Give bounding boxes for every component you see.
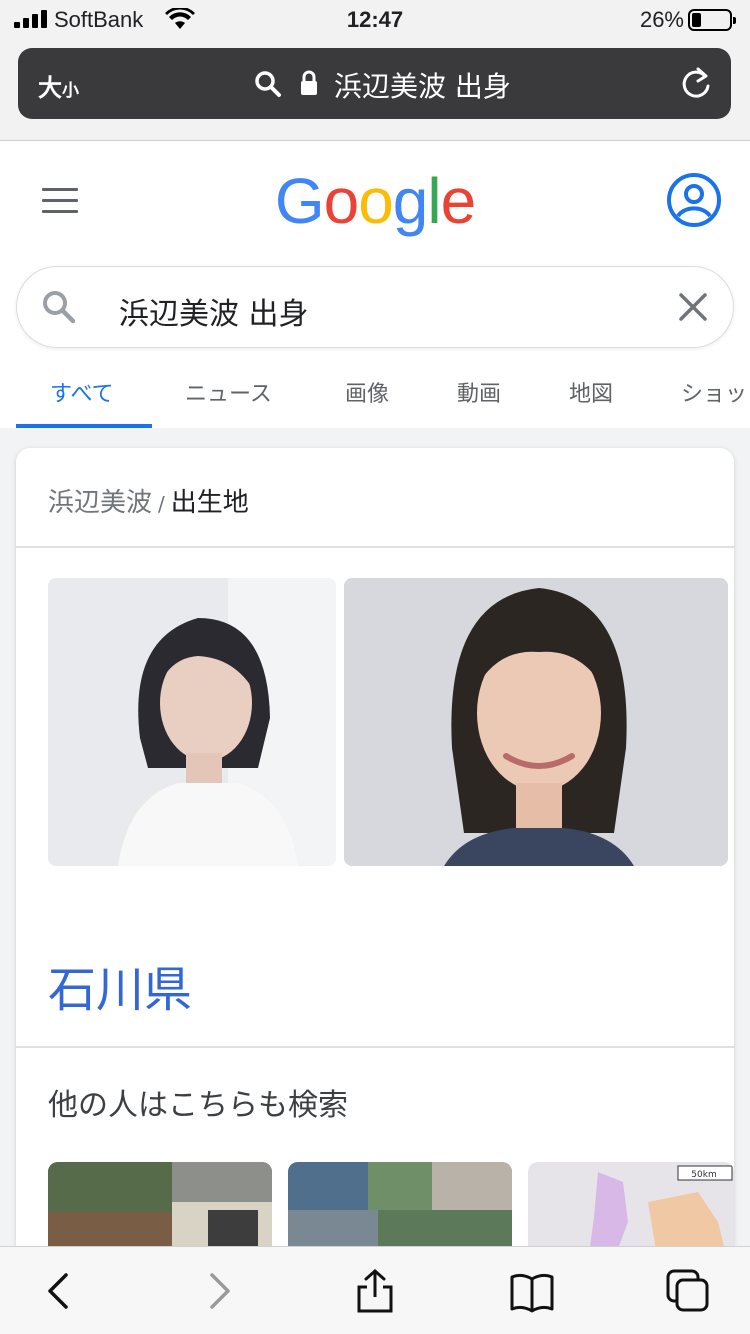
tab-news[interactable]: ニュース xyxy=(185,376,272,408)
share-icon[interactable] xyxy=(353,1269,397,1313)
logo-letter: o xyxy=(323,165,360,237)
clear-icon[interactable] xyxy=(677,291,709,323)
status-bar: SoftBank 12:47 26% xyxy=(0,0,750,40)
answer-text[interactable]: 石川県 xyxy=(48,950,192,1020)
breadcrumb-entity[interactable]: 浜辺美波 xyxy=(48,488,152,518)
search-input[interactable]: 浜辺美波 出身 xyxy=(119,289,309,333)
breadcrumb: 浜辺美波 / 出生地 xyxy=(48,482,249,519)
tab-all[interactable]: すべて xyxy=(50,376,114,408)
text-size-button[interactable]: 大小 xyxy=(38,68,79,103)
logo-letter: G xyxy=(274,165,325,237)
reload-icon[interactable] xyxy=(679,66,713,102)
back-icon[interactable] xyxy=(38,1269,82,1313)
bookmarks-icon[interactable] xyxy=(510,1269,554,1313)
forward-icon[interactable] xyxy=(196,1269,240,1313)
related-thumbnail-2[interactable] xyxy=(288,1162,512,1246)
battery-icon xyxy=(688,9,736,31)
browser-chrome: 大小 浜辺美波 出身 xyxy=(0,40,750,141)
lock-icon xyxy=(301,70,317,95)
search-icon xyxy=(255,71,281,97)
search-icon[interactable] xyxy=(41,289,77,325)
breadcrumb-attribute: 出生地 xyxy=(170,488,249,518)
google-logo[interactable]: Google xyxy=(0,164,750,238)
address-bar[interactable]: 大小 浜辺美波 出身 xyxy=(18,48,731,119)
related-thumbnail-1[interactable] xyxy=(48,1162,272,1246)
person-photo-2[interactable] xyxy=(344,578,728,866)
account-icon[interactable] xyxy=(666,172,722,228)
tab-images[interactable]: 画像 xyxy=(345,376,389,408)
battery-percent: 26% xyxy=(639,7,684,32)
divider xyxy=(16,546,734,548)
browser-toolbar xyxy=(0,1246,750,1334)
url-text[interactable]: 浜辺美波 出身 xyxy=(334,65,511,105)
tab-videos[interactable]: 動画 xyxy=(457,376,501,408)
tabs-icon[interactable] xyxy=(666,1269,710,1313)
people-also-search-title: 他の人はこちらも検索 xyxy=(48,1088,348,1123)
clock: 12:47 xyxy=(346,7,404,32)
person-photo-1[interactable] xyxy=(48,578,336,866)
knowledge-card: 浜辺美波 / 出生地 石川県 他の人はこちらも検索 50km xyxy=(16,448,734,1246)
map-scale-label: 50km xyxy=(691,1170,716,1180)
logo-letter: o xyxy=(358,165,394,237)
tab-maps[interactable]: 地図 xyxy=(569,376,613,408)
logo-letter: l xyxy=(427,165,441,237)
logo-letter: g xyxy=(392,165,429,237)
text-size-small: 小 xyxy=(62,81,79,101)
tab-shopping[interactable]: ショッ xyxy=(681,376,747,408)
search-box[interactable]: 浜辺美波 出身 xyxy=(16,266,734,348)
search-tabs: すべて ニュース 画像 動画 地図 ショッ xyxy=(0,356,750,428)
logo-letter: e xyxy=(440,165,477,237)
related-thumbnail-map[interactable]: 50km xyxy=(528,1162,734,1246)
text-size-big: 大 xyxy=(38,74,62,102)
divider xyxy=(16,1046,734,1048)
breadcrumb-separator: / xyxy=(158,492,165,516)
